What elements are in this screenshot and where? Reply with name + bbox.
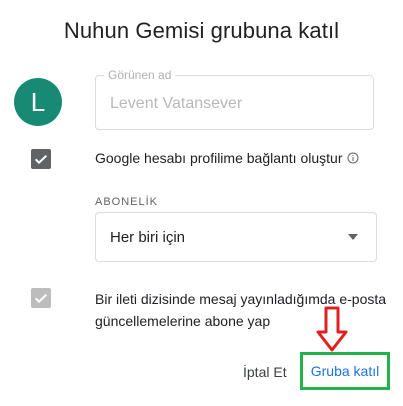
info-icon[interactable] — [347, 152, 359, 164]
join-group-button[interactable]: Gruba katıl — [300, 352, 390, 390]
red-arrow-annotation-icon — [316, 306, 348, 352]
dialog-title: Nuhun Gemisi grubuna katıl — [63, 18, 340, 43]
cancel-button[interactable]: İptal Et — [243, 364, 287, 380]
display-name-label: Görünen ad — [104, 68, 176, 82]
profile-link-checkbox[interactable] — [31, 149, 51, 169]
subscription-section-label: ABONELİK — [95, 196, 159, 208]
join-group-label: Gruba katıl — [310, 363, 380, 379]
avatar: L — [14, 78, 62, 126]
profile-link-label: Google hesabı profilime bağlantı oluştur — [95, 150, 359, 166]
display-name-value[interactable]: Levent Vatansever — [110, 95, 242, 113]
check-icon — [34, 293, 48, 304]
thread-updates-checkbox[interactable] — [31, 288, 51, 308]
check-icon — [34, 154, 48, 165]
subscription-select[interactable]: Her biri için — [95, 212, 377, 262]
profile-link-text: Google hesabı profilime bağlantı oluştur — [95, 150, 343, 166]
caret-down-icon — [348, 234, 358, 240]
display-name-field[interactable]: Görünen ad Levent Vatansever — [95, 68, 374, 130]
subscription-selected-value: Her biri için — [110, 228, 186, 246]
thread-updates-label: Bir ileti dizisinde mesaj yayınladığımda… — [95, 291, 387, 329]
